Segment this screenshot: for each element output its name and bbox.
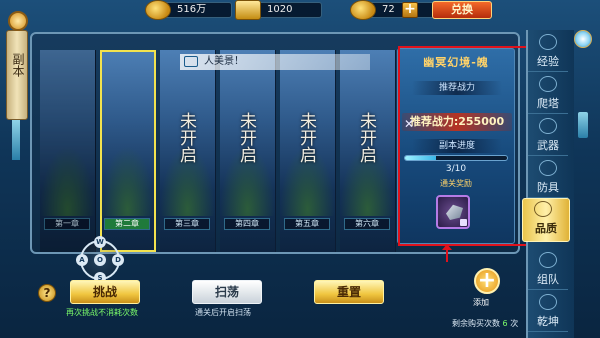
tower-icon <box>539 76 557 92</box>
nav-label: 组队 <box>537 273 559 286</box>
reward-label: 通关奖励 <box>440 179 472 188</box>
quality-icon <box>534 201 552 217</box>
joystick-up[interactable]: W <box>94 236 106 248</box>
gem-icon <box>446 204 463 220</box>
help-button[interactable]: ? <box>38 284 56 302</box>
recommend-label: 推荐战力 <box>412 81 502 95</box>
chapter-caption: 第一章 <box>44 218 90 230</box>
joystick-right[interactable]: D <box>112 254 124 266</box>
tassel-decoration <box>578 112 588 138</box>
highlight-arrow <box>442 244 452 262</box>
progress-fill <box>405 156 436 160</box>
right-nav: 经验 爬塔 武器 防具 品质 组队 乾坤 <box>522 32 572 338</box>
chapter-caption: 第四章 <box>224 218 270 230</box>
buy-times-suffix: 次 <box>510 319 519 328</box>
progress-label: 副本进度 <box>412 139 502 153</box>
nav-item-armor[interactable]: 防具 <box>528 158 568 198</box>
chapter-2[interactable]: 第二章 <box>100 50 156 252</box>
notice-text: 人美景！ <box>204 56 244 67</box>
chapter-strip: 第一章 第二章 未开启 第三章 未开启 第四章 未开启 第五章 未开启 第六章 <box>40 50 396 252</box>
locked-label: 未开启 <box>236 112 256 163</box>
nav-label: 武器 <box>537 139 559 152</box>
nav-label: 防具 <box>537 181 559 194</box>
currency-bar: 516万 1020 72 <box>140 0 470 20</box>
progress-bar <box>404 155 508 161</box>
locked-label: 未开启 <box>356 112 376 163</box>
sweep-button[interactable]: 扫荡 <box>192 280 262 304</box>
exchange-button[interactable]: 兑换 <box>432 1 492 19</box>
ingot-icon <box>350 0 376 20</box>
chapter-3[interactable]: 未开启 第三章 <box>160 50 216 252</box>
gold-bar-currency: 1020 <box>235 0 322 20</box>
add-label: 添加 <box>473 298 489 307</box>
notice-banner: 人美景！ <box>180 54 370 70</box>
reward-badge <box>460 219 467 226</box>
nav-item-tower[interactable]: 爬塔 <box>528 74 568 114</box>
nav-label: 乾坤 <box>537 315 559 328</box>
nav-item-experience[interactable]: 经验 <box>528 32 568 72</box>
nav-label: 品质 <box>535 222 557 235</box>
chapter-1[interactable]: 第一章 <box>40 50 96 252</box>
dungeon-info-card: 幽冥幻境-魄 推荐战力 ✕ 推荐战力:255000 副本进度 3/10 通关奖励 <box>397 48 515 244</box>
tab-ornament-icon <box>8 11 28 31</box>
reset-button[interactable]: 重置 <box>314 280 384 304</box>
ingot-amount: 72 <box>382 4 395 15</box>
add-times-button[interactable]: + <box>474 268 500 294</box>
locked-label: 未开启 <box>296 112 316 163</box>
progress-text: 3/10 <box>445 164 467 174</box>
dungeon-title: 幽冥幻境-魄 <box>423 56 489 69</box>
ingot-currency: 72 <box>350 0 435 20</box>
swords-icon: ✕ <box>404 117 415 131</box>
silver-currency: 516万 <box>145 0 232 20</box>
chapter-caption: 第六章 <box>344 218 390 230</box>
nav-label: 经验 <box>537 55 559 68</box>
qiankun-icon <box>539 294 557 310</box>
joystick-center[interactable]: O <box>94 254 106 266</box>
gold-bar-icon <box>235 0 261 20</box>
power-value: 推荐战力:255000 <box>409 115 505 128</box>
weapon-icon <box>539 118 557 134</box>
buy-times-value: 6 <box>502 319 508 328</box>
add-currency-button[interactable]: + <box>402 2 418 18</box>
gold-bar-amount: 1020 <box>267 4 293 15</box>
silver-amount: 516万 <box>177 4 207 15</box>
buy-times-prefix: 剩余购买次数 <box>452 319 500 328</box>
locked-label: 未开启 <box>176 112 196 163</box>
chapter-scene <box>100 146 155 216</box>
nav-label: 爬塔 <box>537 97 559 110</box>
nav-item-weapon[interactable]: 武器 <box>528 116 568 156</box>
chapter-caption: 第五章 <box>284 218 330 230</box>
reward-item[interactable] <box>436 195 470 229</box>
recommended-power: ✕ 推荐战力:255000 <box>402 113 512 131</box>
buy-times-text: 剩余购买次数 6 次 <box>452 318 518 329</box>
armor-icon <box>539 160 557 176</box>
virtual-joystick[interactable]: W A D S O <box>76 236 124 284</box>
challenge-note: 再次挑战不消耗次数 <box>66 308 138 317</box>
dungeon-tab[interactable]: 副本 <box>6 11 28 120</box>
team-icon <box>539 252 557 268</box>
experience-icon <box>539 34 557 50</box>
chapter-5[interactable]: 未开启 第五章 <box>280 50 336 252</box>
nav-item-quality[interactable]: 品质 <box>522 198 570 242</box>
nav-item-qiankun[interactable]: 乾坤 <box>528 292 568 332</box>
chapter-scene <box>40 146 95 216</box>
chapter-caption: 第三章 <box>164 218 210 230</box>
chapter-4[interactable]: 未开启 第四章 <box>220 50 276 252</box>
tv-icon <box>184 56 198 67</box>
orb-ornament-icon <box>574 30 592 48</box>
challenge-button[interactable]: 挑战 <box>70 280 140 304</box>
silver-icon <box>145 0 171 20</box>
chapter-6[interactable]: 未开启 第六章 <box>340 50 396 252</box>
tassel-decoration <box>12 120 20 160</box>
joystick-left[interactable]: A <box>76 254 88 266</box>
dungeon-tab-label: 副本 <box>11 53 25 77</box>
sweep-note: 通关后开启扫荡 <box>195 308 251 317</box>
nav-item-team[interactable]: 组队 <box>528 250 568 290</box>
chapter-caption: 第二章 <box>104 218 150 230</box>
